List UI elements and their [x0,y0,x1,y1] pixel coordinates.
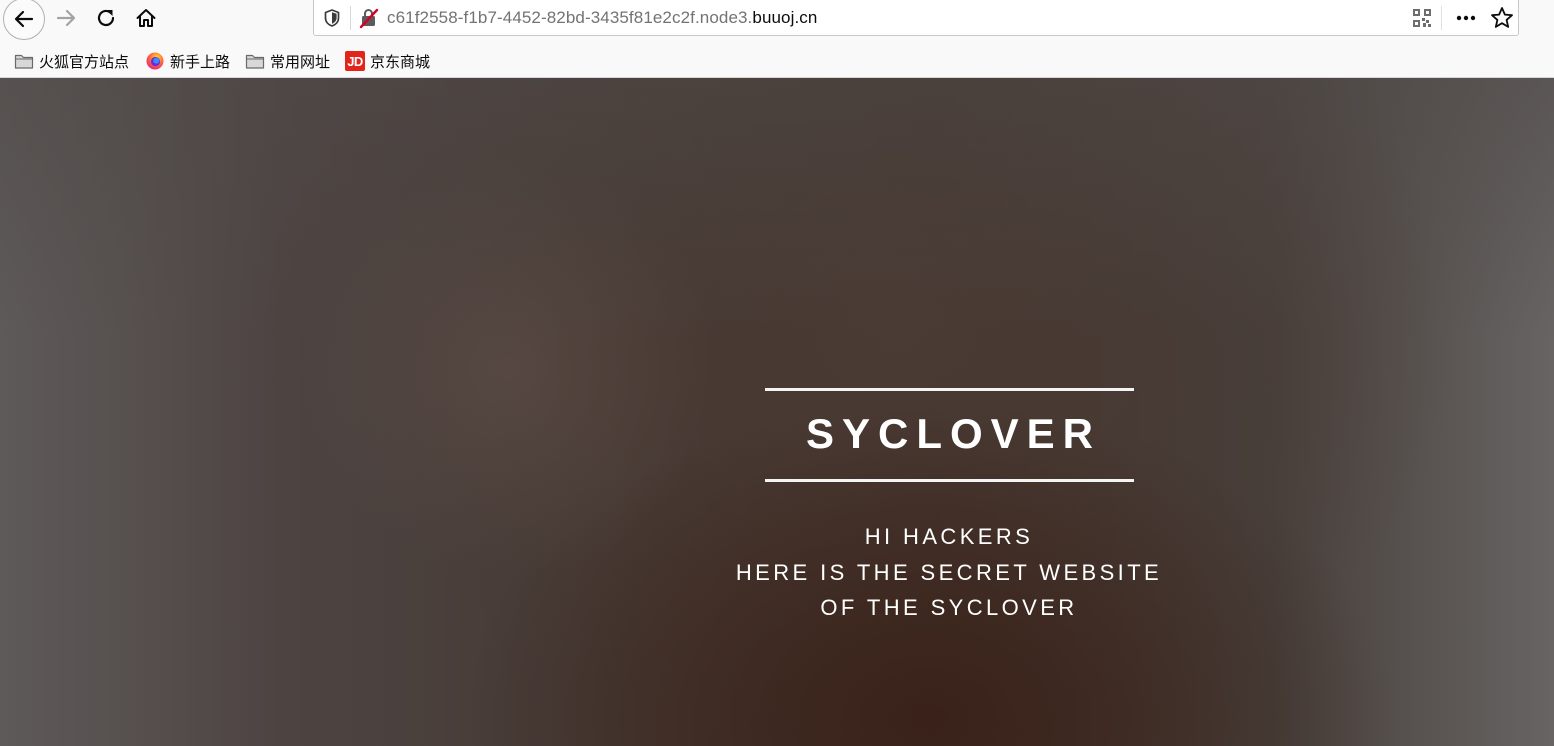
title-top-rule [765,388,1134,391]
bookmark-firefox-official[interactable]: 火狐官方站点 [14,50,129,72]
forward-button[interactable] [48,0,84,36]
site-title: SYCLOVER [805,410,1102,457]
background-shade [0,78,1554,338]
folder-icon [14,54,34,69]
folder-icon [245,54,265,69]
jd-icon: JD [345,51,365,71]
tagline-line-2: HERE IS THE SECRET WEBSITE [735,560,1163,585]
browser-toolbar: c61f2558-f1b7-4452-82bd-3435f81e2c2f.nod… [0,0,1554,40]
forward-arrow-icon [56,9,76,27]
bookmark-common-sites[interactable]: 常用网址 [245,50,330,72]
bookmark-label: 京东商城 [370,53,431,71]
firefox-icon [146,52,164,70]
bookmark-label: 新手上路 [170,53,231,71]
url-prefix: c61f2558-f1b7-4452-82bd-3435f81e2c2f.nod… [387,8,753,27]
home-icon [136,9,156,27]
home-button[interactable] [128,0,164,36]
bookmark-getting-started[interactable]: 新手上路 [145,50,230,72]
back-button[interactable] [3,0,45,40]
bookmark-star-icon[interactable] [1489,5,1515,31]
bookmark-label: 常用网址 [270,53,331,71]
more-actions-icon[interactable] [1454,6,1478,30]
page-viewport: SYCLOVER HI HACKERS HERE IS THE SECRET W… [0,78,1554,746]
url-domain: buuoj.cn [752,8,818,27]
reload-button[interactable] [88,0,124,36]
url-separator [350,6,351,30]
url-text[interactable]: c61f2558-f1b7-4452-82bd-3435f81e2c2f.nod… [387,7,817,29]
qr-code-icon[interactable] [1411,7,1433,29]
back-arrow-icon [14,10,34,28]
url-separator [1441,6,1442,30]
tracking-shield-icon[interactable] [322,8,342,28]
bookmarks-toolbar: 火狐官方站点 新手上路 常用网址 JD 京东商城 [0,42,1554,78]
tagline-line-3: OF THE SYCLOVER [820,595,1078,620]
insecure-lock-icon[interactable] [358,7,380,29]
bookmark-label: 火狐官方站点 [39,53,130,71]
tagline-line-1: HI HACKERS [864,524,1034,549]
background-glow [300,158,720,578]
url-bar[interactable]: c61f2558-f1b7-4452-82bd-3435f81e2c2f.nod… [313,0,1519,36]
reload-icon [97,9,115,27]
title-bottom-rule [765,479,1134,482]
bookmark-jd-mall[interactable]: JD 京东商城 [345,50,430,72]
